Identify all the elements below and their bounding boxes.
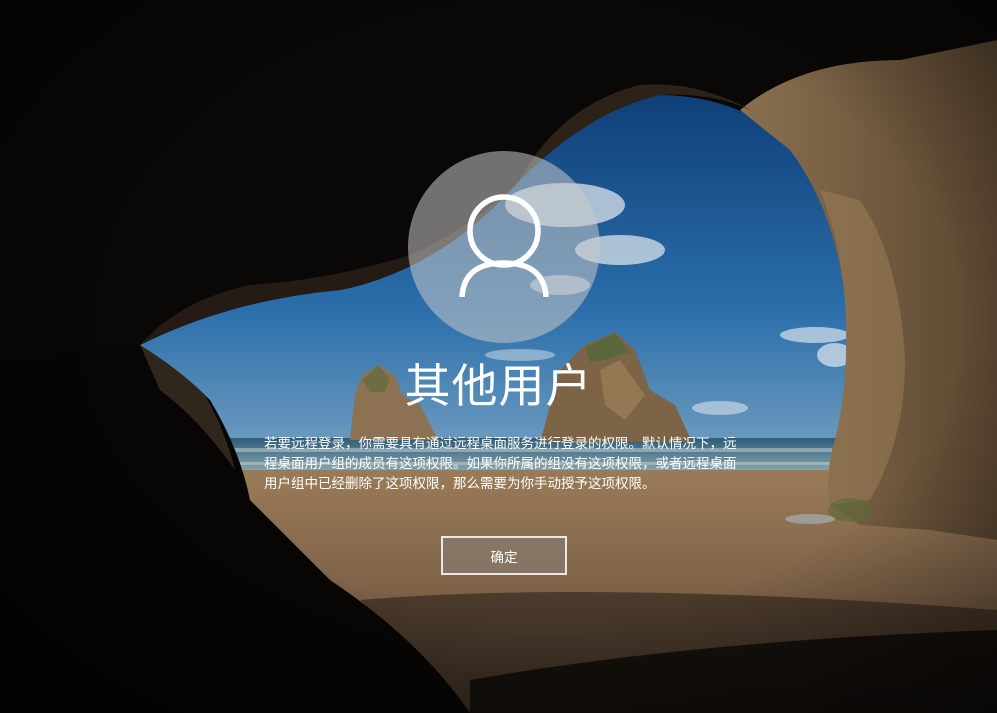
remote-login-permission-message: 若要远程登录，你需要具有通过远程桌面服务进行登录的权限。默认情况下，远程桌面用户… — [264, 436, 737, 492]
ok-button[interactable]: 确定 — [441, 536, 567, 575]
username-label: 其他用户 — [404, 359, 593, 413]
lock-screen: 其他用户 若要远程登录，你需要具有通过远程桌面服务进行登录的权限。默认情况下，远… — [0, 0, 997, 713]
user-silhouette-icon — [459, 194, 549, 298]
user-avatar — [408, 151, 600, 343]
